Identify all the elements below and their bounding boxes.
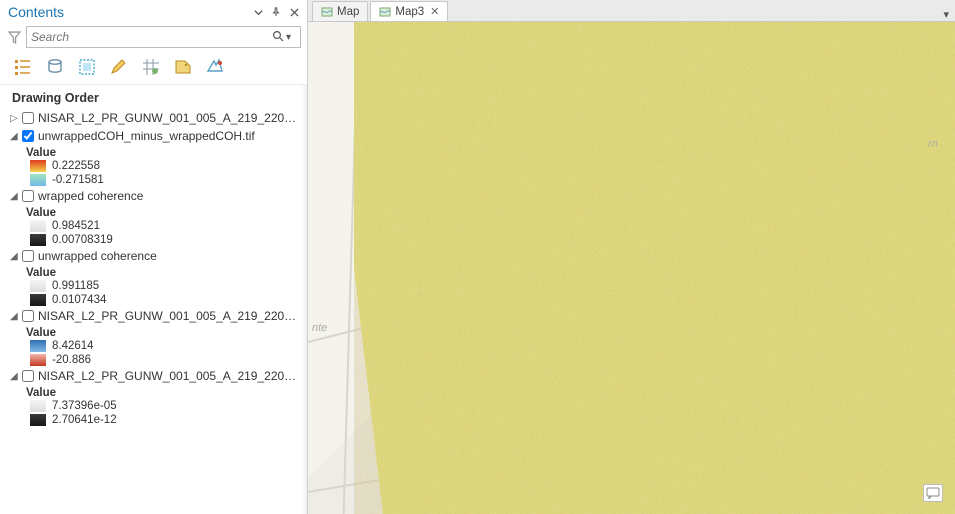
map-icon	[321, 6, 333, 18]
ramp-value-label: -0.271581	[52, 174, 104, 186]
layer-visibility-checkbox[interactable]	[22, 130, 34, 142]
pin-icon[interactable]	[269, 5, 283, 19]
ramp-value-label: 2.70641e-12	[52, 414, 117, 426]
value-heading: Value	[4, 205, 305, 219]
app-root: Contents ▾	[0, 0, 955, 514]
layer-item[interactable]: ◢ NISAR_L2_PR_GUNW_001_005_A_219_220_4020…	[4, 307, 305, 325]
ramp-value-label: 7.37396e-05	[52, 400, 117, 412]
layer-item[interactable]: ◢ unwrappedCOH_minus_wrappedCOH.tif	[4, 127, 305, 145]
layer-name-label: NISAR_L2_PR_GUNW_001_005_A_219_220_4020_…	[38, 309, 301, 323]
contents-toolbar	[0, 52, 307, 85]
main-area: Map Map3 ✕ ▾	[308, 0, 955, 514]
ramp-row: -20.886	[4, 353, 305, 367]
ramp-value-label: -20.886	[52, 354, 91, 366]
color-swatch	[30, 220, 46, 232]
tab-close-icon[interactable]: ✕	[430, 5, 439, 18]
expander-icon[interactable]: ◢	[10, 131, 20, 142]
map-tab[interactable]: Map3 ✕	[370, 1, 448, 21]
expander-icon[interactable]: ◢	[10, 191, 20, 202]
raster-overlay	[354, 22, 955, 514]
expander-icon[interactable]: ◢	[10, 371, 20, 382]
expander-icon[interactable]: ▷	[10, 113, 20, 124]
list-by-labeling-icon[interactable]	[172, 56, 194, 78]
layer-visibility-checkbox[interactable]	[22, 112, 34, 124]
color-swatch	[30, 160, 46, 172]
value-heading: Value	[4, 265, 305, 279]
contents-panel: Contents ▾	[0, 0, 308, 514]
ramp-row: -0.271581	[4, 173, 305, 187]
color-swatch	[30, 174, 46, 186]
panel-options-icon[interactable]	[251, 5, 265, 19]
tab-overflow-icon[interactable]: ▾	[943, 8, 949, 21]
map-tab-strip: Map Map3 ✕ ▾	[308, 0, 955, 22]
value-heading: Value	[4, 145, 305, 159]
ramp-value-label: 0.222558	[52, 160, 100, 172]
ramp-value-label: 0.0107434	[52, 294, 106, 306]
tab-label: Map	[337, 6, 359, 18]
layer-name-label: NISAR_L2_PR_GUNW_001_005_A_219_220_4020_…	[38, 369, 301, 383]
layer-item[interactable]: ◢ NISAR_L2_PR_GUNW_001_005_A_219_220_4020…	[4, 367, 305, 385]
ramp-row: 7.37396e-05	[4, 399, 305, 413]
layer-name-label: NISAR_L2_PR_GUNW_001_005_A_219_220_4020_…	[38, 111, 301, 125]
list-by-data-source-icon[interactable]	[44, 56, 66, 78]
list-by-selection-icon[interactable]	[76, 56, 98, 78]
list-by-perspective-icon[interactable]	[204, 56, 226, 78]
layer-item[interactable]: ▷ NISAR_L2_PR_GUNW_001_005_A_219_220_4020…	[4, 109, 305, 127]
ramp-row: 8.42614	[4, 339, 305, 353]
layer-item[interactable]: ◢ unwrapped coherence	[4, 247, 305, 265]
contents-window-controls	[251, 5, 301, 19]
ramp-row: 0.222558	[4, 159, 305, 173]
color-swatch	[30, 234, 46, 246]
popup-toggle-icon[interactable]	[923, 484, 943, 502]
basemap-place-label: nte	[312, 322, 327, 334]
search-input[interactable]	[31, 30, 272, 44]
search-box[interactable]: ▾	[26, 26, 301, 48]
ramp-value-label: 0.991185	[52, 280, 99, 292]
layer-visibility-checkbox[interactable]	[22, 190, 34, 202]
color-swatch	[30, 280, 46, 292]
basemap-place-label: rn	[928, 138, 938, 150]
color-swatch	[30, 354, 46, 366]
filter-icon[interactable]	[6, 29, 22, 45]
search-icon[interactable]	[272, 30, 286, 44]
layer-visibility-checkbox[interactable]	[22, 250, 34, 262]
contents-title: Contents	[8, 4, 251, 20]
ramp-row: 0.00708319	[4, 233, 305, 247]
color-swatch	[30, 414, 46, 426]
ramp-row: 0.984521	[4, 219, 305, 233]
expander-icon[interactable]: ◢	[10, 251, 20, 262]
layer-item[interactable]: ◢ wrapped coherence	[4, 187, 305, 205]
color-swatch	[30, 294, 46, 306]
layer-visibility-checkbox[interactable]	[22, 310, 34, 322]
map-tab[interactable]: Map	[312, 1, 368, 21]
expander-icon[interactable]: ◢	[10, 311, 20, 322]
list-by-drawing-order-icon[interactable]	[12, 56, 34, 78]
map-icon	[379, 6, 391, 18]
layer-name-label: unwrapped coherence	[38, 249, 157, 263]
layers-tree[interactable]: Drawing Order ▷ NISAR_L2_PR_GUNW_001_005_…	[0, 85, 307, 514]
layer-name-label: wrapped coherence	[38, 189, 143, 203]
list-by-snapping-icon[interactable]	[140, 56, 162, 78]
layer-name-label: unwrappedCOH_minus_wrappedCOH.tif	[38, 129, 255, 143]
drawing-order-heading: Drawing Order	[4, 89, 305, 109]
close-icon[interactable]	[287, 5, 301, 19]
color-swatch	[30, 400, 46, 412]
ramp-value-label: 8.42614	[52, 340, 94, 352]
value-heading: Value	[4, 385, 305, 399]
map-view[interactable]: nte rn	[308, 22, 955, 514]
ramp-row: 2.70641e-12	[4, 413, 305, 427]
ramp-row: 0.991185	[4, 279, 305, 293]
ramp-value-label: 0.00708319	[52, 234, 113, 246]
ramp-value-label: 0.984521	[52, 220, 100, 232]
search-row: ▾	[0, 24, 307, 52]
contents-header: Contents	[0, 0, 307, 24]
search-dropdown-icon[interactable]: ▾	[286, 32, 296, 43]
tab-label: Map3	[395, 6, 424, 18]
value-heading: Value	[4, 325, 305, 339]
color-swatch	[30, 340, 46, 352]
list-by-editing-icon[interactable]	[108, 56, 130, 78]
ramp-row: 0.0107434	[4, 293, 305, 307]
layer-visibility-checkbox[interactable]	[22, 370, 34, 382]
